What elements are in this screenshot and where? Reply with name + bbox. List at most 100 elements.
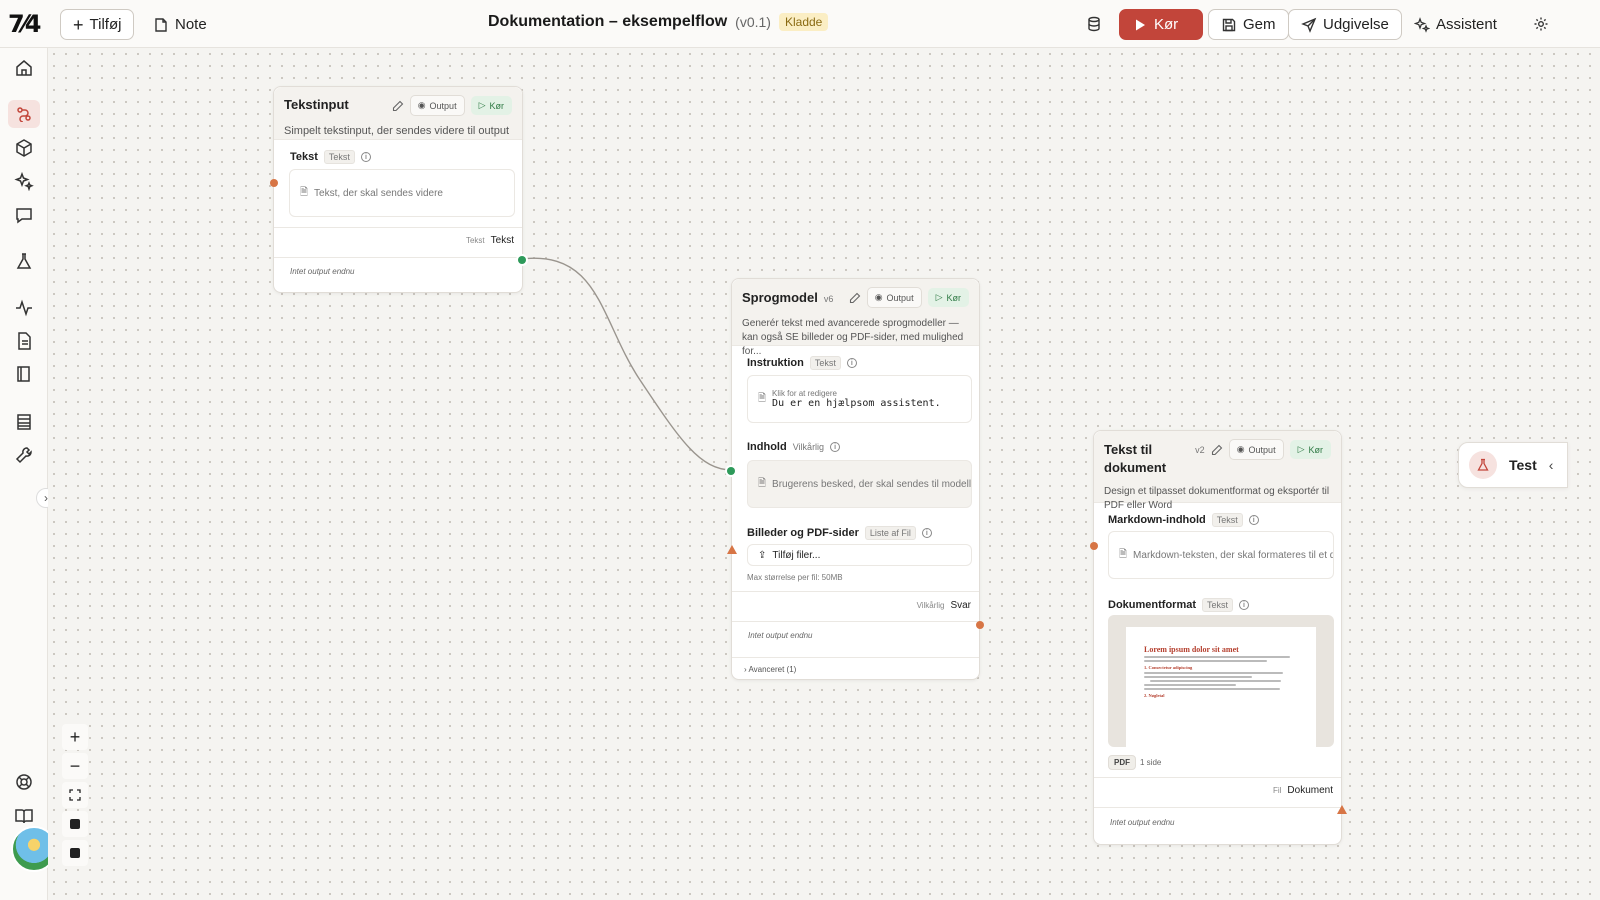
test-panel-toggle[interactable]: Test ‹ [1458,442,1568,488]
text-input-field[interactable]: 🗎 Tekst, der skal sendes videre [289,169,515,217]
type-tag: Tekst [1202,598,1234,612]
instruction-value: Du er en hjælpsom assistent. [772,398,941,409]
preview-line [1144,684,1237,686]
output-label: Output [1248,444,1276,455]
output-name: Dokument [1287,785,1333,796]
output-port[interactable] [1337,805,1347,814]
preview-line [1144,672,1283,674]
info-icon[interactable]: i [360,152,371,162]
pencil-icon[interactable] [849,292,861,304]
input-port[interactable] [270,179,278,187]
document-format-preview[interactable]: Lorem ipsum dolor sit amet 1. Consectetu… [1108,615,1334,747]
zoom-out-button[interactable]: − [62,753,88,779]
output-toggle-button[interactable]: ◉ Output [409,95,465,116]
node-run-button[interactable]: ▷ Kør [1289,440,1331,459]
preview-section-2: 2. Nøgletal [1144,693,1165,698]
node-run-button[interactable]: ▷ Kør [470,96,512,115]
field-text-label: Tekst Tekst i [290,150,371,164]
advanced-toggle[interactable]: › Avanceret (1) [744,665,796,674]
type-tag: Tekst [1211,513,1243,527]
output-type: Vilkårlig [916,601,945,610]
node-version: v6 [823,294,834,304]
test-panel-label: Test [1509,457,1537,473]
no-output-text: Intet output endnu [290,267,355,276]
node-title: Sprogmodel [742,290,818,305]
node-actions: ◉ Output ▷ Kør [392,95,512,116]
preview-heading: Lorem ipsum dolor sit amet [1144,645,1239,654]
field-markdown-label: Markdown-indhold Tekst i [1108,513,1259,527]
output-type: Tekst [465,236,485,245]
divider [732,621,979,622]
info-icon[interactable]: i [1239,600,1250,610]
pencil-icon[interactable] [1211,444,1223,456]
output-name: Tekst [490,235,514,246]
zoom-in-button[interactable]: + [62,724,88,750]
minus-icon: − [69,755,81,776]
output-toggle-button[interactable]: ◉ Output [1228,439,1284,460]
preview-line [1144,688,1280,690]
content-input-port[interactable] [727,467,735,475]
map-icon [70,848,80,858]
instruction-field[interactable]: 🗎 Klik for at redigere Du er en hjælpsom… [747,375,972,423]
node-run-button[interactable]: ▷ Kør [927,288,969,307]
output-port-label: Vilkårlig Svar [917,600,971,611]
lock-button[interactable] [62,811,88,837]
node-header: Tekst til dokument Design et tilpasset d… [1094,431,1341,511]
info-icon[interactable]: i [1248,515,1259,525]
minimap-button[interactable] [62,840,88,866]
zoom-controls: + − [62,724,88,869]
no-output-text: Intet output endnu [1110,818,1175,827]
instruction-hint: Klik for at redigere [772,389,837,398]
add-files-button[interactable]: ⇪ Tilføj filer... [747,544,972,566]
play-icon: ▷ [1297,444,1305,454]
play-icon: ▷ [478,100,486,110]
markdown-input-port[interactable] [1090,542,1098,550]
info-icon[interactable]: i [846,358,857,368]
output-port-label: Tekst Tekst [466,235,514,246]
node-header: Tekstinput Simpelt tekstinput, der sende… [274,87,522,140]
preview-line [1144,676,1252,678]
output-port[interactable] [976,621,984,629]
info-icon[interactable]: i [921,528,932,538]
eye-icon: ◉ [1236,444,1245,454]
field-label-text: Tekst [290,151,318,163]
field-label-text: Dokumentformat [1108,599,1197,611]
pdf-badge: PDF [1108,755,1136,770]
square-icon [70,819,80,829]
play-icon: ▷ [935,292,943,302]
fit-view-button[interactable] [62,782,88,808]
field-label-text: Instruktion [747,357,804,369]
preview-line [1144,660,1268,662]
content-placeholder: Brugerens besked, der skal sendes til mo… [772,478,972,490]
node-title: Tekst til dokument [1104,442,1167,475]
type-tag: Tekst [323,150,355,164]
output-toggle-button[interactable]: ◉ Output [866,287,922,308]
fit-view-icon [69,789,81,801]
output-port[interactable] [518,256,526,264]
chevron-left-icon: ‹ [1548,457,1554,473]
output-label: Output [429,100,457,111]
node-actions: ◉ Output ▷ Kør [849,287,969,308]
markdown-field[interactable]: 🗎 Markdown-teksten, der skal formateres … [1108,531,1334,579]
type-tag: Vilkårlig [792,442,825,452]
node-header: Sprogmodel v6 Generér tekst med avancered… [732,279,979,357]
document-page: Lorem ipsum dolor sit amet 1. Consectetu… [1126,627,1316,747]
divider [274,227,522,228]
files-input-port[interactable] [727,545,737,554]
content-field[interactable]: 🗎 Brugerens besked, der skal sendes til … [747,460,972,508]
node-text-to-document[interactable]: Tekst til dokument Design et tilpasset d… [1090,430,1347,845]
info-icon[interactable]: i [830,442,841,452]
field-label-text: Markdown-indhold [1108,514,1206,526]
preview-line [1150,680,1281,682]
file-text-icon: 🗎 [1119,548,1128,560]
divider [1094,807,1341,808]
run-label: Kør [1308,444,1324,455]
field-label-text: Indhold [747,441,787,453]
file-text-icon: 🗎 [758,477,767,489]
run-label: Kør [946,292,962,303]
text-input-placeholder: Tekst, der skal sendes videre [314,187,443,199]
pencil-icon[interactable] [392,100,404,112]
node-language-model[interactable]: Sprogmodel v6 Generér tekst med avancered… [727,278,984,680]
node-text-input[interactable]: Tekstinput Simpelt tekstinput, der sende… [270,86,526,293]
page-count: 1 side [1140,758,1162,767]
